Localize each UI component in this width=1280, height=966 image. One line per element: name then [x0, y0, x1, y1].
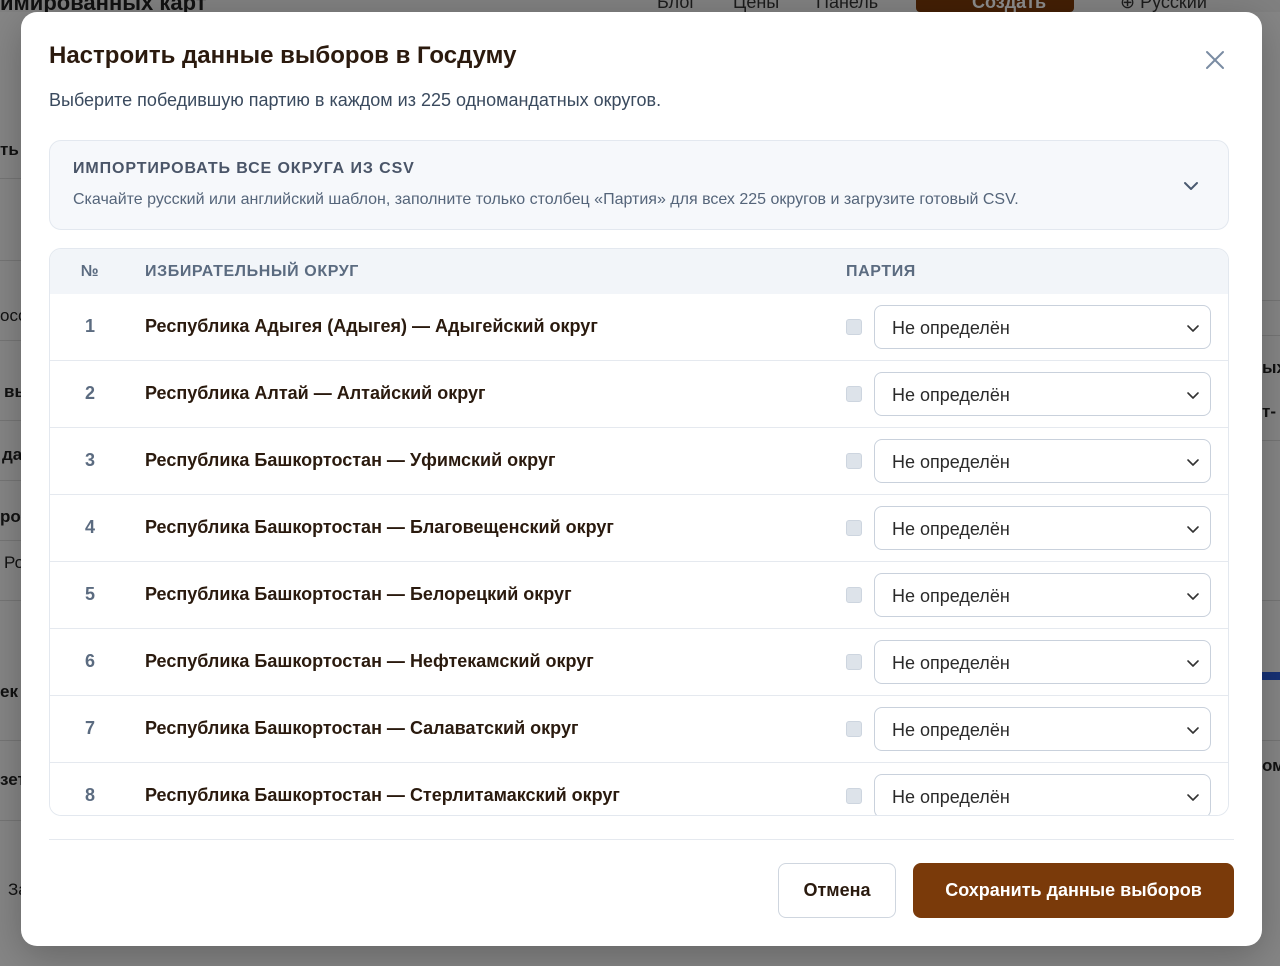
party-select-value: Не определён — [892, 787, 1010, 807]
district-name: Республика Башкортостан — Уфимский округ — [145, 450, 556, 470]
districts-table[interactable]: № ИЗБИРАТЕЛЬНЫЙ ОКРУГ ПАРТИЯ 1 Республика… — [49, 248, 1229, 816]
chevron-down-icon — [1187, 660, 1199, 667]
footer-divider — [49, 839, 1234, 840]
party-select-value: Не определён — [892, 720, 1010, 740]
table-row: 1 Республика Адыгея (Адыгея) — Адыгейский… — [50, 294, 1228, 361]
district-name: Республика Башкортостан — Салаватский ок… — [145, 718, 579, 738]
district-name: Республика Башкортостан — Нефтекамский о… — [145, 651, 594, 671]
party-select-value: Не определён — [892, 586, 1010, 606]
dialog-title: Настроить данные выборов в Госдуму — [49, 42, 517, 69]
chevron-down-icon — [1187, 794, 1199, 801]
row-checkbox[interactable] — [846, 721, 862, 737]
row-checkbox[interactable] — [846, 453, 862, 469]
chevron-down-icon — [1187, 392, 1199, 399]
district-name: Республика Башкортостан — Благовещенский… — [145, 517, 614, 537]
party-select[interactable]: Не определён — [874, 439, 1211, 483]
party-select-value: Не определён — [892, 519, 1010, 539]
row-checkbox[interactable] — [846, 319, 862, 335]
chevron-down-icon — [1187, 727, 1199, 734]
table-row: 4 Республика Башкортостан — Благовещенски… — [50, 495, 1228, 562]
election-data-dialog: Настроить данные выборов в Госдуму Выбер… — [21, 12, 1262, 946]
row-checkbox[interactable] — [846, 788, 862, 804]
csv-import-title: ИМПОРТИРОВАТЬ ВСЕ ОКРУГА ИЗ CSV — [73, 160, 415, 177]
party-select[interactable]: Не определён — [874, 640, 1211, 684]
table-header: № ИЗБИРАТЕЛЬНЫЙ ОКРУГ ПАРТИЯ — [50, 249, 1228, 294]
district-number: 8 — [84, 785, 95, 805]
party-select[interactable]: Не определён — [874, 506, 1211, 550]
row-checkbox[interactable] — [846, 587, 862, 603]
party-select-value: Не определён — [892, 318, 1010, 338]
party-select[interactable]: Не определён — [874, 305, 1211, 349]
district-number: 3 — [84, 450, 95, 470]
close-button[interactable] — [1201, 46, 1229, 74]
district-number: 5 — [84, 584, 95, 604]
chevron-down-icon — [1187, 593, 1199, 600]
table-row: 2 Республика Алтай — Алтайский округ Не оп… — [50, 361, 1228, 428]
cancel-button[interactable]: Отмена — [778, 863, 896, 918]
column-header-district: ИЗБИРАТЕЛЬНЫЙ ОКРУГ — [145, 263, 359, 280]
district-number: 2 — [84, 383, 95, 403]
column-header-party: ПАРТИЯ — [846, 263, 916, 280]
row-checkbox[interactable] — [846, 654, 862, 670]
district-number: 6 — [84, 651, 95, 671]
table-row: 7 Республика Башкортостан — Салаватский о… — [50, 696, 1228, 763]
row-checkbox[interactable] — [846, 520, 862, 536]
table-row: 3 Республика Башкортостан — Уфимский окру… — [50, 428, 1228, 495]
table-row: 5 Республика Башкортостан — Белорецкий ок… — [50, 562, 1228, 629]
chevron-down-icon — [1184, 182, 1198, 190]
district-name: Республика Башкортостан — Белорецкий окр… — [145, 584, 572, 604]
district-name: Республика Башкортостан — Стерлитамакски… — [145, 785, 620, 805]
chevron-down-icon — [1187, 459, 1199, 466]
csv-import-toggle[interactable] — [1180, 175, 1202, 197]
party-select[interactable]: Не определён — [874, 774, 1211, 815]
close-icon — [1206, 51, 1224, 69]
party-select-value: Не определён — [892, 385, 1010, 405]
district-number: 4 — [84, 517, 95, 537]
table-row: 8 Республика Башкортостан — Стерлитамакск… — [50, 763, 1228, 815]
chevron-down-icon — [1187, 526, 1199, 533]
party-select[interactable]: Не определён — [874, 707, 1211, 751]
party-select-value: Не определён — [892, 653, 1010, 673]
district-name: Республика Алтай — Алтайский округ — [145, 383, 486, 403]
save-election-data-button[interactable]: Сохранить данные выборов — [913, 863, 1234, 918]
party-select-value: Не определён — [892, 452, 1010, 472]
party-select[interactable]: Не определён — [874, 372, 1211, 416]
csv-import-panel[interactable]: ИМПОРТИРОВАТЬ ВСЕ ОКРУГА ИЗ CSV Скачайте… — [49, 140, 1229, 230]
column-header-number: № — [80, 263, 100, 280]
party-select[interactable]: Не определён — [874, 573, 1211, 617]
chevron-down-icon — [1187, 325, 1199, 332]
district-name: Республика Адыгея (Адыгея) — Адыгейский … — [145, 316, 598, 336]
district-number: 1 — [84, 316, 95, 336]
table-row: 6 Республика Башкортостан — Нефтекамский … — [50, 629, 1228, 696]
dialog-subtitle: Выберите победившую партию в каждом из 2… — [49, 90, 662, 110]
district-number: 7 — [84, 718, 95, 738]
csv-import-description: Скачайте русский или английский шаблон, … — [73, 191, 1019, 208]
row-checkbox[interactable] — [846, 386, 862, 402]
